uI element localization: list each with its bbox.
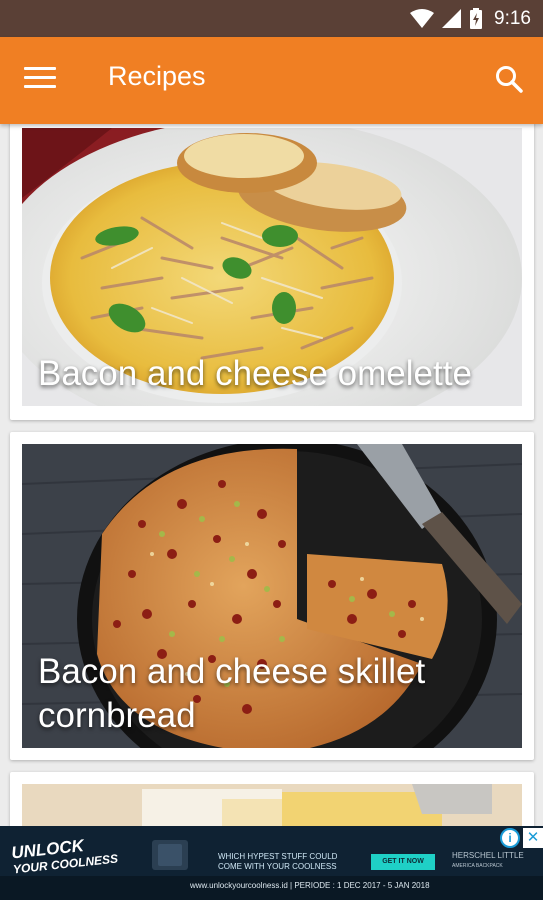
recipe-photo-omelette: Bacon and cheese omelette — [22, 128, 522, 406]
ad-footer-text: www.unlockyourcoolness.id | PERIODE : 1 … — [190, 881, 430, 890]
ad-close-icon[interactable]: ✕ — [523, 828, 543, 848]
app-title: Recipes — [108, 61, 206, 91]
recipe-photo — [22, 784, 522, 826]
battery-icon — [470, 8, 483, 29]
ad-brand: HERSCHEL LITTLE AMERICA BACKPACK — [452, 851, 524, 869]
recipe-list: Bacon and cheese omelette Bacon and chee… — [0, 124, 543, 826]
wifi-icon — [410, 8, 435, 29]
hamburger-menu-icon[interactable] — [24, 67, 56, 93]
app-bar: Recipes — [0, 37, 543, 124]
search-icon[interactable] — [494, 64, 524, 94]
recipe-card[interactable]: Bacon and cheese omelette — [10, 124, 534, 420]
recipe-title: Bacon and cheese skillet cornbread — [38, 652, 426, 735]
recipe-photo-cornbread: Bacon and cheese skillet cornbread — [22, 444, 522, 748]
recipe-title: Bacon and cheese omelette — [38, 354, 472, 393]
status-time: 9:16 — [494, 7, 531, 29]
ad-banner[interactable]: UNLOCK YOUR COOLNESS WHICH HYPEST STUFF … — [0, 826, 543, 900]
ad-tagline: WHICH HYPEST STUFF COULD COME WITH YOUR … — [218, 852, 338, 871]
ad-info-icon[interactable]: i — [500, 828, 520, 848]
ad-cta-button[interactable]: GET IT NOW — [371, 854, 435, 870]
recipe-card[interactable]: Bacon and cheese skillet cornbread — [10, 432, 534, 760]
cell-signal-icon — [442, 8, 462, 29]
recipe-card[interactable] — [10, 772, 534, 826]
status-bar: 9:16 — [0, 0, 543, 37]
